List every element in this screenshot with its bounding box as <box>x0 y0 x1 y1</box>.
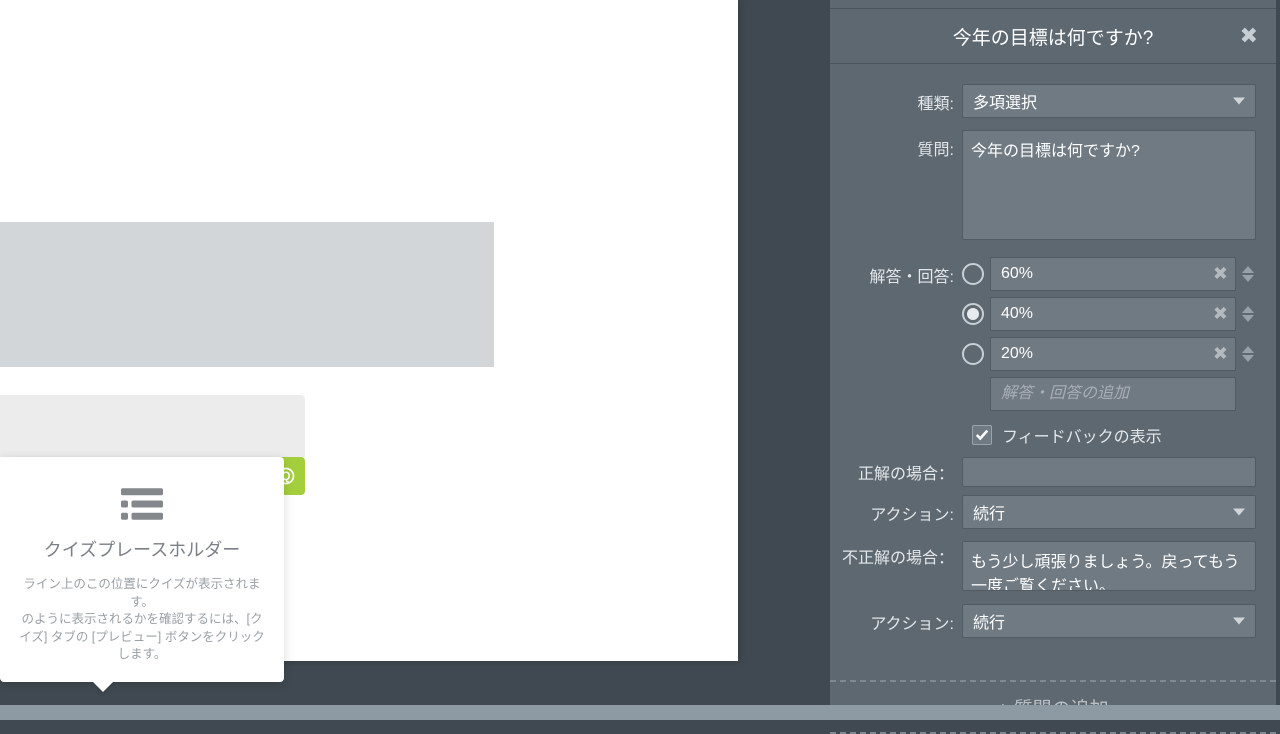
answer-input[interactable] <box>990 297 1236 331</box>
incorrect-action-select[interactable]: 続行 <box>962 604 1256 638</box>
incorrect-label: 不正解の場合： <box>840 541 962 568</box>
move-down-icon[interactable] <box>1242 315 1254 322</box>
type-label: 種類: <box>840 84 962 114</box>
canvas-area: Q クイズプレースホルダー ライン上のこの位置にクイズが表示されます。 のように… <box>0 0 738 661</box>
chevron-down-icon <box>1233 618 1245 625</box>
panel-title: 今年の目標は何ですか? <box>953 23 1154 50</box>
move-down-icon[interactable] <box>1242 355 1254 362</box>
question-label: 質問: <box>840 130 962 160</box>
answer-sort <box>1242 266 1256 282</box>
question-editor-panel: 今年の目標は何ですか? ✖ 種類: 多項選択 質問: 解答・回答: <box>830 0 1276 705</box>
type-select-value: 多項選択 <box>973 89 1037 113</box>
answers-label: 解答・回答: <box>840 257 962 287</box>
show-feedback-label: フィードバックの表示 <box>1002 423 1162 447</box>
move-up-icon[interactable] <box>1242 306 1254 313</box>
answer-radio[interactable] <box>962 343 984 365</box>
answer-row: ✖ <box>962 337 1256 371</box>
answer-radio[interactable] <box>962 303 984 325</box>
correct-action-select[interactable]: 続行 <box>962 495 1256 529</box>
correct-feedback-input[interactable] <box>962 457 1256 487</box>
answer-sort <box>1242 346 1256 362</box>
answer-radio[interactable] <box>962 263 984 285</box>
chevron-down-icon <box>1233 98 1245 105</box>
answer-row: ✖ <box>962 297 1256 331</box>
quiz-placeholder-header <box>0 395 305 457</box>
clear-icon[interactable]: ✖ <box>1213 264 1228 285</box>
quiz-placeholder-body: クイズプレースホルダー ライン上のこの位置にクイズが表示されます。 のように表示… <box>0 457 284 682</box>
clear-icon[interactable]: ✖ <box>1213 304 1228 325</box>
incorrect-feedback-textarea[interactable] <box>962 541 1256 591</box>
panel-header: 今年の目標は何ですか? ✖ <box>830 8 1276 64</box>
clear-icon[interactable]: ✖ <box>1213 344 1228 365</box>
quiz-placeholder-card: Q クイズプレースホルダー ライン上のこの位置にクイズが表示されます。 のように… <box>0 395 305 682</box>
answers-list: ✖ ✖ <box>962 257 1256 417</box>
answer-row: ✖ <box>962 257 1256 291</box>
correct-label: 正解の場合： <box>840 457 962 484</box>
question-textarea[interactable] <box>962 130 1256 240</box>
answer-sort <box>1242 306 1256 322</box>
show-feedback-checkbox[interactable] <box>972 425 992 445</box>
answer-add-row <box>962 377 1256 411</box>
action-label: アクション: <box>840 495 962 525</box>
type-select[interactable]: 多項選択 <box>962 84 1256 118</box>
select-value: 続行 <box>973 609 1005 633</box>
answer-input[interactable] <box>990 257 1236 291</box>
move-up-icon[interactable] <box>1242 266 1254 273</box>
answer-input[interactable] <box>990 337 1236 371</box>
add-answer-input[interactable] <box>990 377 1236 411</box>
move-up-icon[interactable] <box>1242 346 1254 353</box>
content-block-placeholder <box>0 222 494 367</box>
quiz-placeholder-title: クイズプレースホルダー <box>18 536 266 562</box>
bottom-bar <box>0 705 1280 720</box>
chevron-down-icon <box>1233 509 1245 516</box>
move-down-icon[interactable] <box>1242 275 1254 282</box>
close-icon[interactable]: ✖ <box>1240 23 1258 49</box>
select-value: 続行 <box>973 500 1005 524</box>
action-label: アクション: <box>840 604 962 634</box>
panel-body: 種類: 多項選択 質問: 解答・回答: ✖ <box>830 64 1276 662</box>
quiz-placeholder-desc: ライン上のこの位置にクイズが表示されます。 のように表示されるかを確認するには、… <box>18 576 266 664</box>
list-icon <box>18 487 266 526</box>
tooltip-pointer-icon <box>92 681 114 692</box>
